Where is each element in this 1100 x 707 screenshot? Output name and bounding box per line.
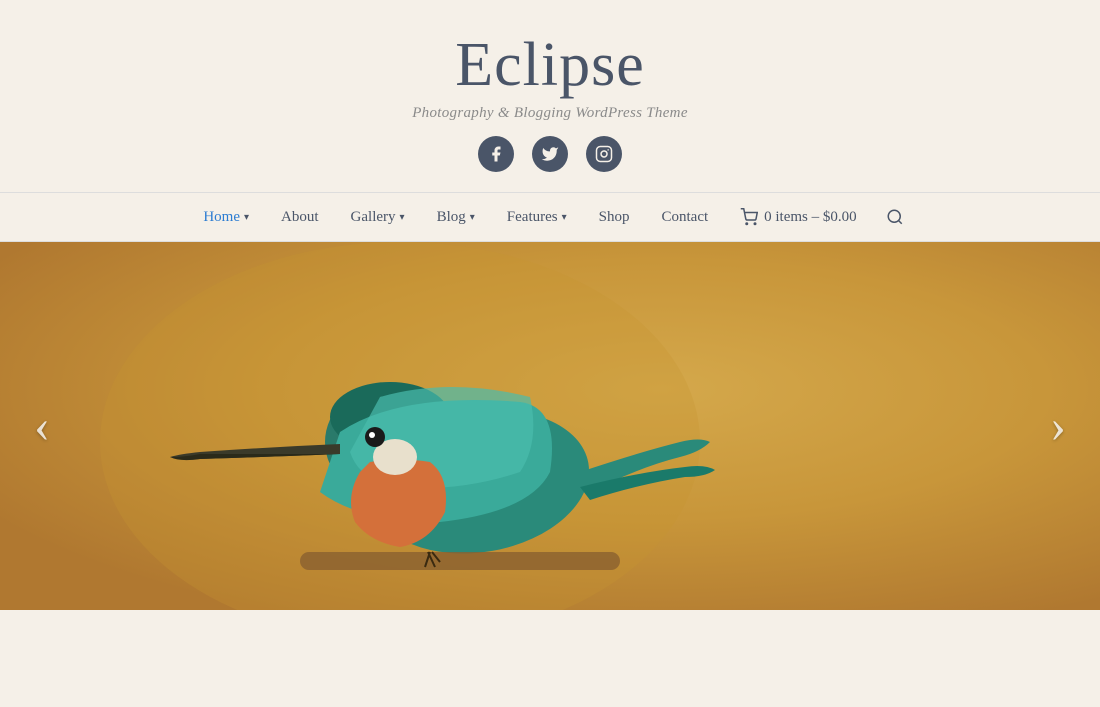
carousel-next-button[interactable] [1036, 404, 1080, 448]
hero-illustration [0, 242, 1100, 610]
nav-link-gallery[interactable]: Gallery ▾ [335, 195, 421, 240]
site-tagline: Photography & Blogging WordPress Theme [412, 105, 688, 122]
features-chevron-icon: ▾ [562, 212, 567, 223]
search-button[interactable] [877, 199, 913, 235]
nav-item-search[interactable] [873, 199, 913, 235]
twitter-icon[interactable] [532, 136, 568, 172]
nav-item-cart[interactable]: 0 items – $0.00 [724, 194, 873, 240]
nav-items-list: Home ▾ About Gallery ▾ Blog ▾ Features ▾ [187, 194, 912, 240]
nav-link-home[interactable]: Home ▾ [187, 195, 265, 240]
nav-cart[interactable]: 0 items – $0.00 [724, 194, 873, 240]
cart-icon [740, 208, 758, 226]
gallery-chevron-icon: ▾ [400, 212, 405, 223]
nav-link-about[interactable]: About [265, 195, 335, 240]
home-chevron-icon: ▾ [244, 212, 249, 223]
nav-link-shop[interactable]: Shop [583, 195, 646, 240]
main-nav: Home ▾ About Gallery ▾ Blog ▾ Features ▾ [0, 192, 1100, 242]
nav-item-blog[interactable]: Blog ▾ [421, 195, 491, 240]
site-header: Eclipse Photography & Blogging WordPress… [0, 0, 1100, 192]
search-icon [886, 208, 904, 226]
facebook-icon[interactable] [478, 136, 514, 172]
nav-item-contact[interactable]: Contact [645, 195, 724, 240]
carousel-prev-button[interactable] [20, 404, 64, 448]
nav-link-contact[interactable]: Contact [645, 195, 724, 240]
nav-item-gallery[interactable]: Gallery ▾ [335, 195, 421, 240]
blog-chevron-icon: ▾ [470, 212, 475, 223]
nav-link-blog[interactable]: Blog ▾ [421, 195, 491, 240]
nav-item-shop[interactable]: Shop [583, 195, 646, 240]
social-icons-container [478, 136, 622, 172]
nav-item-home[interactable]: Home ▾ [187, 195, 265, 240]
hero-image [0, 242, 1100, 610]
site-title: Eclipse [455, 30, 645, 101]
nav-link-features[interactable]: Features ▾ [491, 195, 583, 240]
nav-item-features[interactable]: Features ▾ [491, 195, 583, 240]
nav-item-about[interactable]: About [265, 195, 335, 240]
instagram-icon[interactable] [586, 136, 622, 172]
hero-slider [0, 242, 1100, 610]
